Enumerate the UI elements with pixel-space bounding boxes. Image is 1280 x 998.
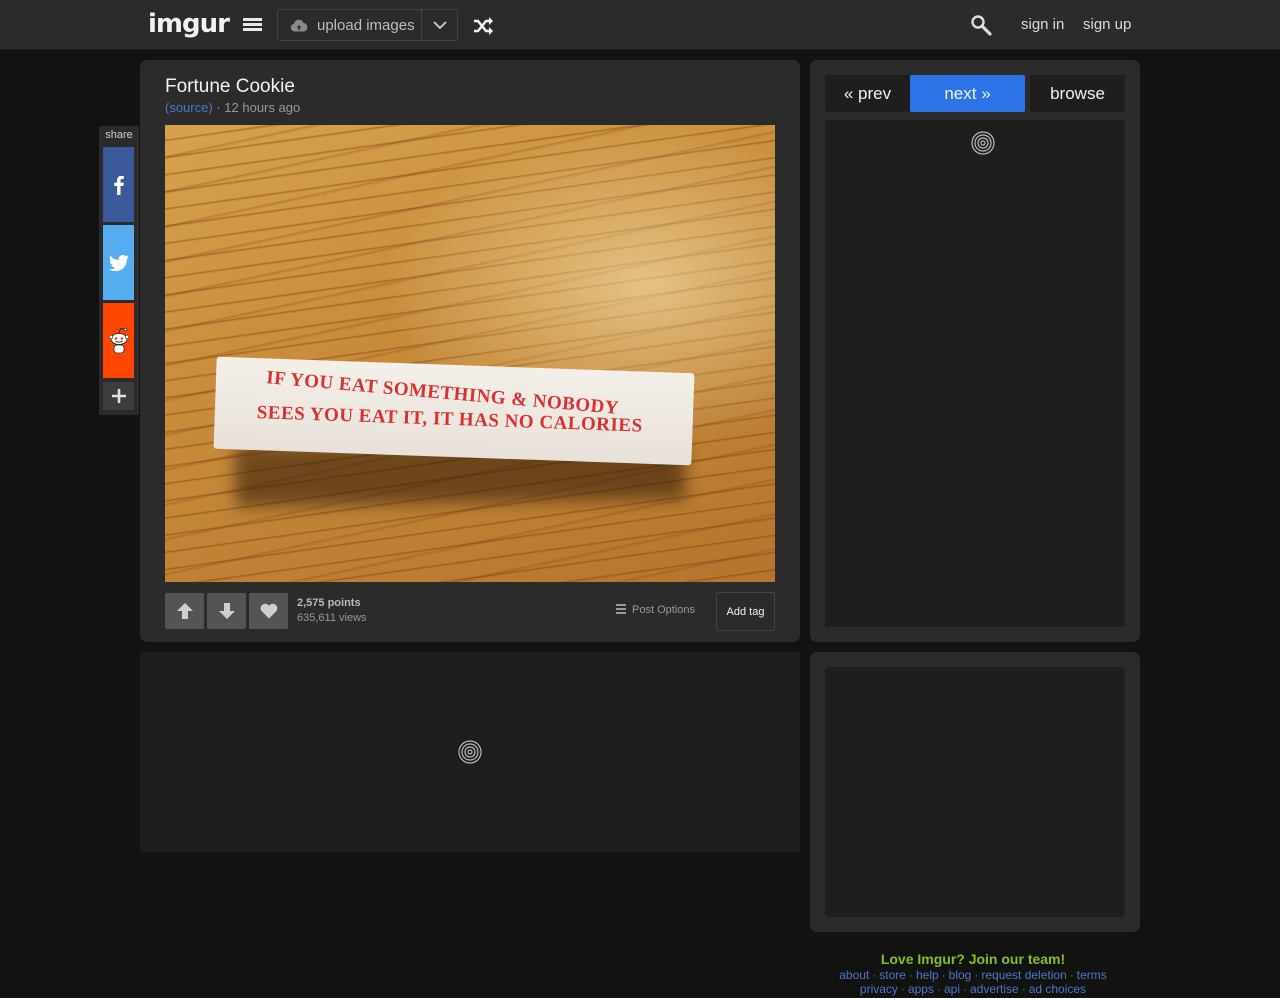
footer-link-privacy[interactable]: privacy [860,982,898,996]
arrow-up-icon [176,603,193,619]
footer-links-row2: privacy · apps · api · advertise · ad choices [859,982,1087,996]
share-bar: share [99,126,139,415]
twitter-icon [108,254,129,271]
share-facebook-button[interactable] [103,147,134,222]
footer-link-about[interactable]: about [839,968,869,982]
ad-panel [810,652,1140,932]
upload-images-label: upload images [317,16,415,34]
random-shuffle-icon[interactable] [472,15,494,37]
footer-link-request-deletion[interactable]: request deletion [981,968,1066,982]
imgur-logo[interactable]: imgur [148,9,230,39]
footer-link-api[interactable]: api [944,982,960,996]
menu-icon[interactable] [243,18,262,32]
reddit-icon [108,327,129,353]
upload-images-control: upload images [277,9,458,41]
post-image[interactable]: IF YOU EAT SOMETHING & NOBODY SEES YOU E… [165,125,775,582]
loading-spinner-icon [458,740,482,764]
list-icon [616,604,626,616]
sidebar-gallery-list [825,120,1125,627]
favorite-button[interactable] [249,593,288,629]
sign-in-link[interactable]: sign in [1021,16,1064,33]
footer-link-help[interactable]: help [916,968,939,982]
footer-link-advertise[interactable]: advertise [970,982,1019,996]
share-twitter-button[interactable] [103,225,134,300]
upload-images-button[interactable]: upload images [278,10,421,40]
post-points: 2,575 points [297,597,361,609]
plus-icon [111,389,126,403]
fortune-paper: IF YOU EAT SOMETHING & NOBODY SEES YOU E… [213,356,695,466]
loading-spinner-icon [971,131,995,155]
post-time: 12 hours ago [224,100,301,115]
chevron-down-icon [432,20,447,29]
browse-button[interactable]: browse [1030,75,1125,112]
join-team-link[interactable]: Love Imgur? Join our team! [810,951,1136,967]
post-meta: (source) · 12 hours ago [165,100,300,115]
next-button[interactable]: next » [910,75,1025,112]
upvote-button[interactable] [165,593,204,629]
ad-slot [825,667,1125,917]
meta-separator: · [216,100,221,115]
arrow-down-icon [218,603,235,619]
post-title: Fortune Cookie [165,76,295,97]
footer-link-apps[interactable]: apps [908,982,934,996]
share-more-button[interactable] [103,382,134,410]
footer-link-blog[interactable]: blog [949,968,972,982]
comments-section [140,652,800,852]
share-reddit-button[interactable] [103,303,134,378]
share-label: share [105,129,133,141]
heart-icon [260,603,277,619]
post-options-button[interactable]: Post Options [616,604,695,616]
prev-button[interactable]: « prev [825,75,910,112]
post-views: 635,611 views [297,612,367,624]
cloud-upload-icon [290,19,308,31]
add-tag-button[interactable]: Add tag [716,592,775,631]
downvote-button[interactable] [207,593,246,629]
top-bar: imgur upload images sign in sign up [0,0,1280,50]
post-options-label: Post Options [632,604,695,616]
sign-up-link[interactable]: sign up [1083,16,1131,33]
footer-link-store[interactable]: store [879,968,906,982]
upload-dropdown-button[interactable] [421,10,457,40]
facebook-icon [113,175,124,195]
footer-link-terms[interactable]: terms [1077,968,1107,982]
post-panel: Fortune Cookie (source) · 12 hours ago I… [140,60,800,642]
search-icon[interactable] [970,14,992,36]
source-link[interactable]: (source) [165,100,213,115]
footer-link-ad-choices[interactable]: ad choices [1029,982,1086,996]
gallery-nav-panel: « prev next » browse [810,60,1140,642]
footer-links-row1: about · store · help · blog · request deletion · t… [839,968,1107,982]
